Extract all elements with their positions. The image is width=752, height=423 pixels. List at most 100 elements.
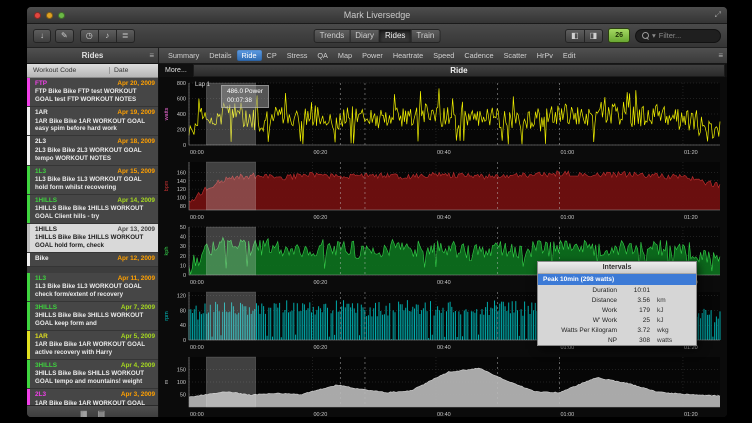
svg-text:150: 150 (177, 368, 186, 374)
tab-hrpv[interactable]: HrPv (532, 50, 558, 61)
charts-area: 020040060080000:0000:2000:4001:0001:20wa… (159, 77, 727, 418)
ride-list-item[interactable]: BikeApr 12, 2009 (27, 253, 158, 266)
import-button[interactable]: ↓ (33, 29, 51, 43)
view-tab-rides[interactable]: Rides (380, 29, 411, 43)
tab-scatter[interactable]: Scatter (499, 50, 532, 61)
zoom-button[interactable] (58, 12, 65, 19)
fullscreen-icon[interactable]: ⤢ (715, 10, 721, 20)
svg-text:120: 120 (177, 294, 186, 300)
tab-cp[interactable]: CP (262, 50, 282, 61)
svg-text:00:40: 00:40 (437, 345, 451, 351)
workout-code: 1HILLS (35, 197, 57, 205)
toggle-lowbar-button[interactable]: ◨ (585, 29, 604, 43)
svg-text:40: 40 (180, 323, 186, 329)
toggle-sidebar-button[interactable]: ◧ (565, 29, 585, 43)
view-tab-train[interactable]: Train (411, 29, 440, 43)
svg-text:00:00: 00:00 (190, 345, 204, 351)
intervals-selected-item[interactable]: Peak 10min (298 watts) (538, 274, 696, 285)
svg-text:200: 200 (177, 128, 186, 134)
ride-description: 1HILLS Bike Bike 1HILLS WORKOUT GOAL Cli… (35, 205, 155, 221)
options-button[interactable]: ≣ (117, 29, 135, 43)
ride-color-strip (27, 136, 30, 164)
ride-color-strip (27, 273, 30, 301)
tab-edit[interactable]: Edit (558, 50, 581, 61)
tab-qa[interactable]: QA (312, 50, 333, 61)
tab-power[interactable]: Power (357, 50, 388, 61)
filter-field[interactable]: ▾ Filter... (635, 29, 721, 43)
interval-stat-value: 10:01 (624, 287, 650, 294)
chart-altitude[interactable]: 5010015000:0000:2000:4001:0001:20m (161, 354, 723, 418)
view-tab-diary[interactable]: Diary (350, 29, 380, 43)
ride-list-item[interactable]: 1HILLSApr 14, 20091HILLS Bike Bike 1HILL… (27, 195, 158, 224)
ride-list-item[interactable]: 1ARApr 5, 20091AR Bike Bike 1AR WORKOUT … (27, 331, 158, 360)
svg-text:bpm: bpm (164, 180, 170, 191)
chart-menu-icon[interactable]: ≡ (718, 51, 723, 60)
ride-list-item[interactable]: 3HILLSApr 7, 20093HILLS Bike Bike 3HILLS… (27, 302, 158, 331)
interval-stat-row: Distance3.56km (538, 295, 696, 305)
svg-text:01:20: 01:20 (684, 150, 698, 156)
column-date[interactable]: Date (110, 67, 158, 74)
ride-item-header: 2L3Apr 18, 2009 (35, 138, 155, 146)
audio-button[interactable]: ♪ (99, 29, 117, 43)
ride-list-item[interactable]: 2L3Apr 18, 20092L3 Bike Bike 2L3 WORKOUT… (27, 136, 158, 165)
tab-stress[interactable]: Stress (282, 50, 313, 61)
tooltip-time: 00:07:38 (227, 97, 263, 106)
interval-stat-label: W' Work (543, 317, 624, 324)
calendar-icon[interactable]: ▦ (80, 409, 88, 418)
sync-badge[interactable]: 26 (608, 28, 630, 43)
ride-list-item[interactable]: 3HILLSApr 4, 20093HILLS Bike Bike SHILLS… (27, 360, 158, 389)
ride-list-item[interactable]: FTPApr 20, 2009FTP Bike Bike FTP test WO… (27, 78, 158, 107)
interval-stat-unit: kJ (650, 307, 664, 314)
interval-stat-value: 25 (624, 317, 650, 324)
svg-text:00:00: 00:00 (190, 280, 204, 286)
ride-list-item[interactable]: 1HILLSApr 13, 20091HILLS Bike Bike 1HILL… (27, 224, 158, 253)
column-workout-code[interactable]: Workout Code (27, 67, 110, 74)
tab-speed[interactable]: Speed (428, 50, 459, 61)
svg-text:00:00: 00:00 (190, 150, 204, 156)
ride-color-strip (27, 107, 30, 135)
ride-date: Apr 7, 2009 (121, 304, 155, 312)
more-link[interactable]: More... (159, 67, 193, 74)
traffic-lights (34, 12, 65, 19)
chart-tab-row: Rides ≡ SummaryDetailsRideCPStressQAMapP… (27, 48, 727, 64)
minimize-button[interactable] (46, 12, 53, 19)
ride-color-strip (27, 166, 30, 194)
chart-power[interactable]: 020040060080000:0000:2000:4001:0001:20wa… (161, 80, 723, 156)
close-button[interactable] (34, 12, 41, 19)
tab-details[interactable]: Details (204, 50, 236, 61)
sidebar-menu-icon[interactable]: ≡ (149, 51, 154, 60)
svg-text:01:20: 01:20 (684, 412, 698, 418)
view-tab-trends[interactable]: Trends (314, 29, 351, 43)
tab-ride[interactable]: Ride (237, 50, 262, 61)
ride-description: 1AR Bike Bike 1AR WORKOUT GOAL easy spim… (35, 118, 155, 134)
interval-stat-label: Duration (543, 287, 624, 294)
ride-list-item[interactable]: 1ARApr 19, 20091AR Bike Bike 1AR WORKOUT… (27, 107, 158, 136)
ride-color-strip (27, 302, 30, 330)
list-column-headers[interactable]: Workout Code Date (27, 64, 158, 78)
lap-marker-label: Lap 1 (195, 82, 210, 88)
ride-item-header: 2L3Apr 3, 2009 (35, 391, 155, 399)
folder-icon[interactable]: ▤ (98, 409, 106, 418)
workout-code: 2L3 (35, 391, 46, 399)
svg-text:10: 10 (180, 263, 186, 269)
main-toolbar: ↓ ✎ ◷♪≣ TrendsDiaryRidesTrain ◧◨ 26 ▾ Fil… (27, 24, 727, 48)
compose-button[interactable]: ✎ (55, 29, 74, 43)
metronome-button[interactable]: ◷ (80, 29, 99, 43)
ride-color-strip (27, 195, 30, 223)
svg-text:m: m (164, 379, 170, 384)
svg-text:00:40: 00:40 (437, 412, 451, 418)
intervals-popup[interactable]: IntervalsPeak 10min (298 watts)Duration1… (537, 261, 697, 346)
tab-summary[interactable]: Summary (163, 50, 204, 61)
tab-map[interactable]: Map (333, 50, 357, 61)
tab-cadence[interactable]: Cadence (459, 50, 498, 61)
svg-text:400: 400 (177, 112, 186, 118)
workout-code: 2L3 (35, 138, 46, 146)
ride-date: Apr 11, 2009 (118, 275, 155, 283)
svg-text:40: 40 (180, 235, 186, 241)
ride-list-item[interactable]: 2L3Apr 3, 20091AR Bike Bike 1AR WORKOUT … (27, 389, 158, 405)
ride-list-item[interactable]: 1L3Apr 11, 20091L3 Bike Bike 1L3 WORKOUT… (27, 273, 158, 302)
ride-list-item[interactable]: 1L3Apr 15, 20091L3 Bike Bike 1L3 WORKOUT… (27, 166, 158, 195)
tab-heartrate[interactable]: Heartrate (388, 50, 428, 61)
chart-heartrate[interactable]: 8010012014016000:0000:2000:4001:0001:20b… (161, 159, 723, 221)
filter-chevron-icon[interactable]: ▾ (652, 31, 656, 40)
